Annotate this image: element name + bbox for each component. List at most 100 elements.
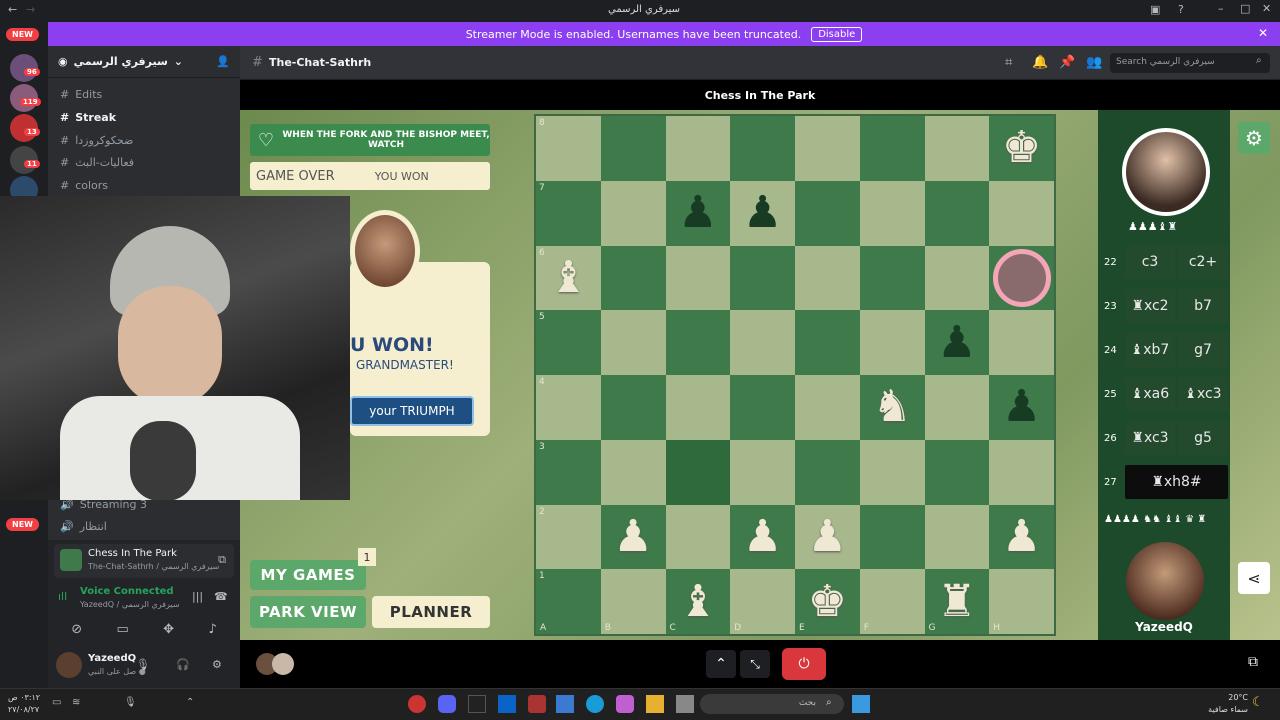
board-square[interactable]: 7 — [536, 180, 601, 246]
board-square[interactable] — [924, 504, 990, 570]
move-white[interactable]: c3 — [1125, 245, 1175, 279]
store-icon[interactable] — [556, 695, 574, 713]
board-square[interactable]: 8 — [536, 116, 601, 181]
board-square[interactable] — [665, 310, 731, 375]
park-view-button[interactable]: PARK VIEW — [250, 596, 366, 628]
board-square[interactable]: 4 — [536, 375, 601, 440]
board-square[interactable]: G ♜ — [924, 569, 990, 634]
board-square[interactable] — [730, 439, 795, 505]
tray-chevron-icon[interactable]: ⌃ — [186, 697, 194, 708]
threads-icon[interactable]: ⌗ — [1005, 55, 1012, 70]
board-square[interactable] — [665, 439, 731, 505]
board-square[interactable] — [795, 180, 860, 246]
my-games-button[interactable]: MY GAMES — [250, 560, 366, 590]
board-square[interactable] — [795, 116, 860, 181]
board-square[interactable] — [795, 375, 860, 440]
board-square[interactable]: C ♝ — [665, 569, 731, 634]
board-square[interactable] — [795, 245, 860, 311]
white-pawn-piece[interactable]: ♟ — [808, 514, 847, 559]
board-square[interactable]: ♟ — [730, 180, 795, 246]
channel-item-edits[interactable]: # Edits — [60, 88, 102, 101]
taskbar-search[interactable]: بحث — [700, 694, 844, 714]
white-bishop-piece[interactable]: ♝ — [549, 255, 588, 300]
board-square[interactable] — [989, 310, 1054, 375]
board-square[interactable] — [730, 116, 795, 181]
forward-arrow-icon[interactable]: → — [26, 3, 35, 16]
move-white[interactable]: ♜xc2 — [1125, 289, 1175, 323]
minimize-icon[interactable]: – — [1218, 2, 1224, 15]
white-king-piece[interactable]: ♚ — [1002, 126, 1041, 170]
board-square[interactable]: ♟ — [600, 504, 666, 570]
move-black[interactable]: g7 — [1178, 333, 1228, 367]
taskbar-app-icon[interactable] — [468, 695, 486, 713]
help-icon[interactable]: ? — [1178, 3, 1184, 16]
board-square[interactable] — [989, 439, 1054, 505]
board-square[interactable] — [600, 180, 666, 246]
screen-share-icon[interactable]: ▭ — [116, 622, 128, 637]
board-square[interactable]: 2 — [536, 504, 601, 570]
participant-avatar[interactable] — [272, 653, 294, 675]
board-square[interactable]: ♟ — [665, 180, 731, 246]
black-pawn-piece[interactable]: ♟ — [1002, 385, 1041, 429]
board-square[interactable]: 3 — [536, 439, 601, 505]
board-square[interactable] — [600, 439, 666, 505]
board-square[interactable] — [600, 245, 666, 311]
board-square[interactable]: 5 — [536, 310, 601, 375]
disconnect-icon[interactable]: ☎ — [214, 590, 228, 603]
pin-icon[interactable]: 📌 — [1059, 55, 1075, 70]
wifi-icon[interactable]: ≋ — [72, 697, 80, 708]
voice-channel-item[interactable]: 🔊 انتظار — [60, 520, 107, 533]
chevron-up-icon[interactable]: ⌃ — [706, 650, 736, 678]
share-triumph-button[interactable]: your TRIUMPH — [350, 396, 474, 426]
noise-suppression-icon[interactable]: ||| — [192, 590, 203, 603]
board-square[interactable]: ♞ — [859, 375, 925, 440]
move-white[interactable]: ♝xb7 — [1125, 333, 1175, 367]
board-square[interactable] — [989, 245, 1054, 311]
board-square[interactable] — [859, 116, 925, 181]
minimize-activity-icon[interactable]: ⤡ — [740, 650, 770, 678]
maximize-icon[interactable]: □ — [1240, 2, 1250, 15]
discord-taskbar-icon[interactable] — [438, 695, 456, 713]
edge-icon[interactable] — [586, 695, 604, 713]
microphone-icon[interactable]: 🎙 — [124, 697, 137, 708]
channel-item[interactable]: # فعاليات-البث — [60, 156, 134, 169]
move-white[interactable]: ♜xc3 — [1125, 421, 1175, 455]
board-square[interactable]: ♟ — [795, 504, 860, 570]
channel-item-streak[interactable]: # Streak — [60, 111, 116, 124]
move-black[interactable]: c2+ — [1178, 245, 1228, 279]
white-bishop-piece[interactable]: ♝ — [678, 579, 717, 624]
settings-gear-icon[interactable]: ⚙ — [212, 658, 222, 671]
board-square[interactable] — [859, 504, 925, 570]
board-square[interactable]: 1A — [536, 569, 601, 634]
board-square[interactable] — [859, 180, 925, 246]
board-square[interactable]: ♟ — [989, 375, 1054, 440]
board-square[interactable] — [665, 245, 731, 311]
server-header[interactable]: ◉ سيرفري الرسمي ⌄ 👤 — [48, 46, 240, 78]
white-pawn-piece[interactable]: ♟ — [743, 514, 782, 559]
black-pawn-piece[interactable]: ♟ — [678, 191, 717, 235]
board-square[interactable] — [924, 439, 990, 505]
board-square[interactable] — [795, 310, 860, 375]
file-explorer-icon[interactable] — [646, 695, 664, 713]
taskbar-app-icon[interactable] — [528, 695, 546, 713]
share-icon[interactable]: ⋖ — [1238, 562, 1270, 594]
move-black[interactable]: g5 — [1178, 421, 1228, 455]
battery-icon[interactable]: ▭ — [52, 697, 61, 708]
board-square[interactable] — [924, 245, 990, 311]
board-square[interactable]: H — [989, 569, 1054, 634]
chess-board[interactable]: 8 ♚ 7 ♟ ♟ 6 ♝ 5 ♟ 4 ♞ ♟ 3 2 ♟ ♟ ♟ ♟ 1 A B C ♝ D E ♚ F G ♜ H — [534, 114, 1056, 636]
activities-icon[interactable]: ✥ — [163, 622, 174, 637]
board-square[interactable]: B — [600, 569, 666, 634]
search-input[interactable]: Search سيرفري الرسمي — [1110, 53, 1270, 73]
board-square[interactable] — [665, 116, 731, 181]
channel-item[interactable]: # ضحكوكروزدا — [60, 134, 133, 147]
signal-icon[interactable]: ıll — [58, 590, 67, 603]
board-square[interactable]: 6 ♝ — [536, 245, 601, 311]
board-square[interactable] — [924, 375, 990, 440]
close-window-icon[interactable]: ✕ — [1262, 2, 1271, 15]
back-arrow-icon[interactable]: ← — [8, 3, 17, 16]
disable-button[interactable]: Disable — [811, 26, 863, 42]
white-pawn-piece[interactable]: ♟ — [1002, 514, 1041, 559]
move-white[interactable]: ♜xh8# — [1125, 465, 1228, 499]
board-square[interactable] — [600, 116, 666, 181]
